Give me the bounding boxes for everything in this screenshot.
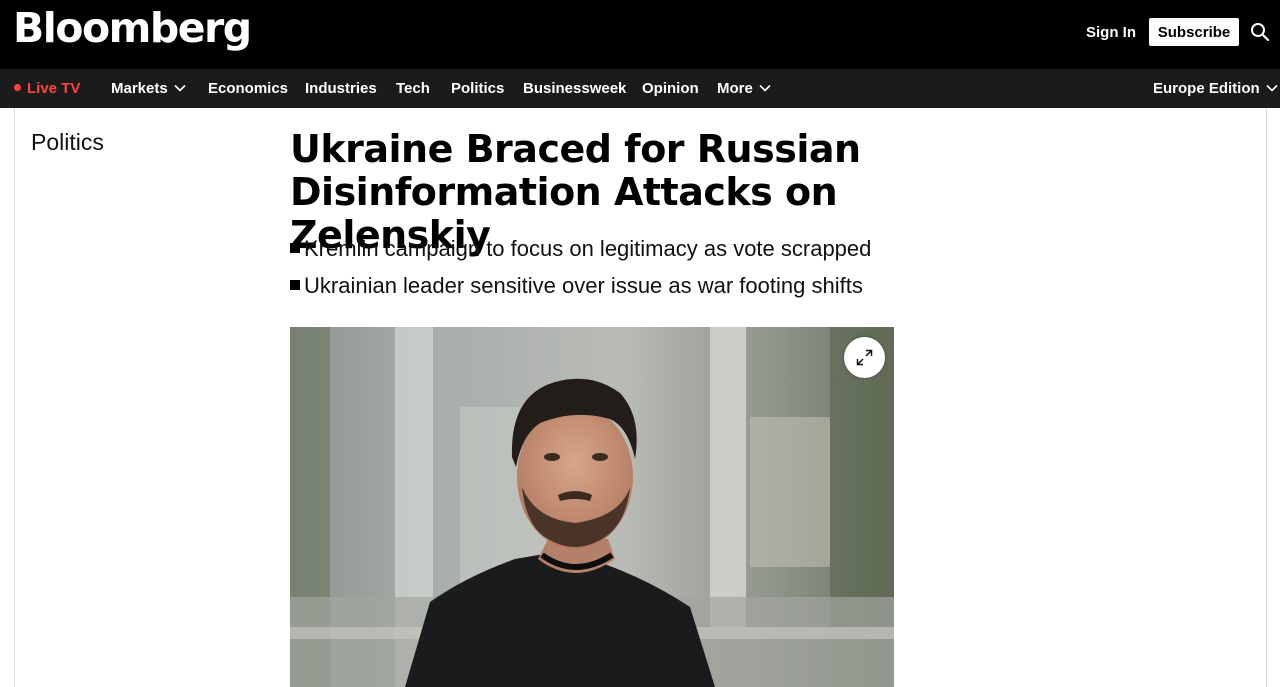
lead-photo[interactable]	[290, 327, 894, 687]
nav-more-label: More	[717, 80, 753, 97]
main-nav: Live TV Markets Economics Industries Tec…	[0, 69, 1280, 108]
nav-tech[interactable]: Tech	[396, 69, 430, 108]
nav-live-tv[interactable]: Live TV	[14, 69, 80, 108]
live-dot-icon	[14, 84, 21, 91]
summary-bullet-text: Kremlin campaign to focus on legitimacy …	[304, 236, 872, 261]
nav-industries[interactable]: Industries	[305, 69, 377, 108]
nav-economics[interactable]: Economics	[208, 69, 288, 108]
bullet-square-icon	[290, 243, 300, 253]
summary-bullet: Kremlin campaign to focus on legitimacy …	[290, 230, 1050, 267]
chevron-down-icon	[1266, 84, 1278, 92]
expand-icon	[856, 349, 873, 366]
bullet-square-icon	[290, 280, 300, 290]
search-icon[interactable]	[1250, 22, 1270, 42]
summary-bullet: Ukrainian leader sensitive over issue as…	[290, 267, 1050, 304]
page-frame-right	[1266, 108, 1267, 687]
nav-politics[interactable]: Politics	[451, 69, 504, 108]
top-bar: Bloomberg Sign In Subscribe	[0, 0, 1280, 69]
bloomberg-logo[interactable]: Bloomberg	[13, 4, 252, 52]
chevron-down-icon	[174, 84, 186, 92]
nav-markets[interactable]: Markets	[111, 69, 186, 108]
nav-markets-label: Markets	[111, 80, 168, 97]
edition-label: Europe Edition	[1153, 80, 1260, 97]
summary-bullet-text: Ukrainian leader sensitive over issue as…	[304, 273, 863, 298]
nav-more[interactable]: More	[717, 69, 771, 108]
page-frame-left	[14, 108, 15, 687]
nav-businessweek[interactable]: Businessweek	[523, 69, 626, 108]
section-label[interactable]: Politics	[31, 129, 104, 156]
expand-image-button[interactable]	[844, 337, 885, 378]
nav-opinion[interactable]: Opinion	[642, 69, 699, 108]
sign-in-link[interactable]: Sign In	[1086, 24, 1136, 41]
chevron-down-icon	[759, 84, 771, 92]
edition-selector[interactable]: Europe Edition	[1153, 69, 1278, 108]
subscribe-button[interactable]: Subscribe	[1149, 18, 1239, 46]
nav-live-tv-label: Live TV	[27, 80, 81, 97]
article-summary: Kremlin campaign to focus on legitimacy …	[290, 230, 1050, 304]
